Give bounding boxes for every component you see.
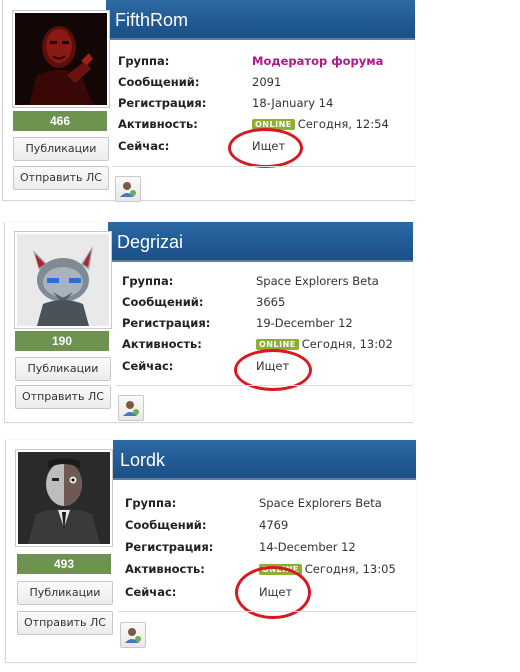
contact-icon[interactable]: [120, 622, 146, 648]
posts-value: 4769: [259, 518, 289, 532]
reputation-badge: 493: [17, 554, 111, 574]
now-label: Сейчас:: [122, 359, 174, 373]
registered-label: Регистрация:: [118, 96, 207, 110]
group-label: Группа:: [118, 54, 170, 68]
avatar[interactable]: [17, 234, 109, 326]
posts-label: Сообщений:: [118, 75, 200, 89]
divider: [113, 166, 415, 167]
group-value[interactable]: Space Explorers Beta: [259, 496, 382, 510]
registered-value: 18-January 14: [252, 96, 334, 110]
divider: [115, 385, 413, 386]
publications-button[interactable]: Публикации: [17, 581, 113, 605]
reputation-badge: 466: [13, 111, 107, 131]
posts-value: 2091: [252, 75, 282, 89]
reputation-badge: 190: [15, 331, 109, 351]
activity-label: Активность:: [122, 337, 202, 351]
send-pm-button[interactable]: Отправить ЛС: [17, 611, 113, 635]
avatar[interactable]: [15, 13, 107, 105]
now-label: Сейчас:: [125, 585, 177, 599]
user-card-degrizai: Degrizai 190 Публикации Отправить ЛС Гру…: [4, 222, 413, 423]
registered-value: 19-December 12: [256, 316, 353, 330]
highlight-circle: [228, 128, 303, 168]
send-pm-button[interactable]: Отправить ЛС: [15, 385, 111, 409]
separator-gap: [0, 206, 520, 216]
divider: [118, 611, 416, 612]
registered-label: Регистрация:: [125, 540, 214, 554]
avatar[interactable]: [18, 452, 110, 544]
username[interactable]: Degrizai: [117, 232, 183, 253]
group-value[interactable]: Space Explorers Beta: [256, 274, 379, 288]
posts-label: Сообщений:: [125, 518, 207, 532]
publications-button[interactable]: Публикации: [13, 137, 109, 161]
activity-time: Сегодня, 13:02: [301, 337, 393, 351]
activity-time: Сегодня, 13:05: [304, 562, 396, 576]
registered-label: Регистрация:: [122, 316, 211, 330]
group-value[interactable]: Модератор форума: [252, 54, 383, 68]
posts-value: 3665: [256, 295, 286, 309]
activity-time: Сегодня, 12:54: [297, 117, 389, 131]
activity-label: Активность:: [118, 117, 198, 131]
send-pm-button[interactable]: Отправить ЛС: [13, 166, 109, 190]
activity-label: Активность:: [125, 562, 205, 576]
contact-icon[interactable]: [118, 395, 144, 421]
avatar-frame: [15, 449, 113, 547]
registered-value: 14-December 12: [259, 540, 356, 554]
avatar-frame: [12, 10, 110, 108]
user-card-lordk: Lordk 493 Публикации Отправить ЛС Группа…: [5, 440, 416, 663]
group-label: Группа:: [122, 274, 174, 288]
user-card-fifthrom: FifthRom 466 Публикации Отправить ЛС Гру…: [2, 0, 415, 202]
avatar-frame: [14, 231, 112, 329]
username[interactable]: Lordk: [120, 450, 165, 471]
publications-button[interactable]: Публикации: [15, 357, 111, 381]
contact-icon[interactable]: [115, 176, 141, 202]
now-label: Сейчас:: [118, 139, 170, 153]
posts-label: Сообщений:: [122, 295, 204, 309]
group-label: Группа:: [125, 496, 177, 510]
separator-gap: [0, 428, 520, 438]
username[interactable]: FifthRom: [115, 10, 188, 31]
